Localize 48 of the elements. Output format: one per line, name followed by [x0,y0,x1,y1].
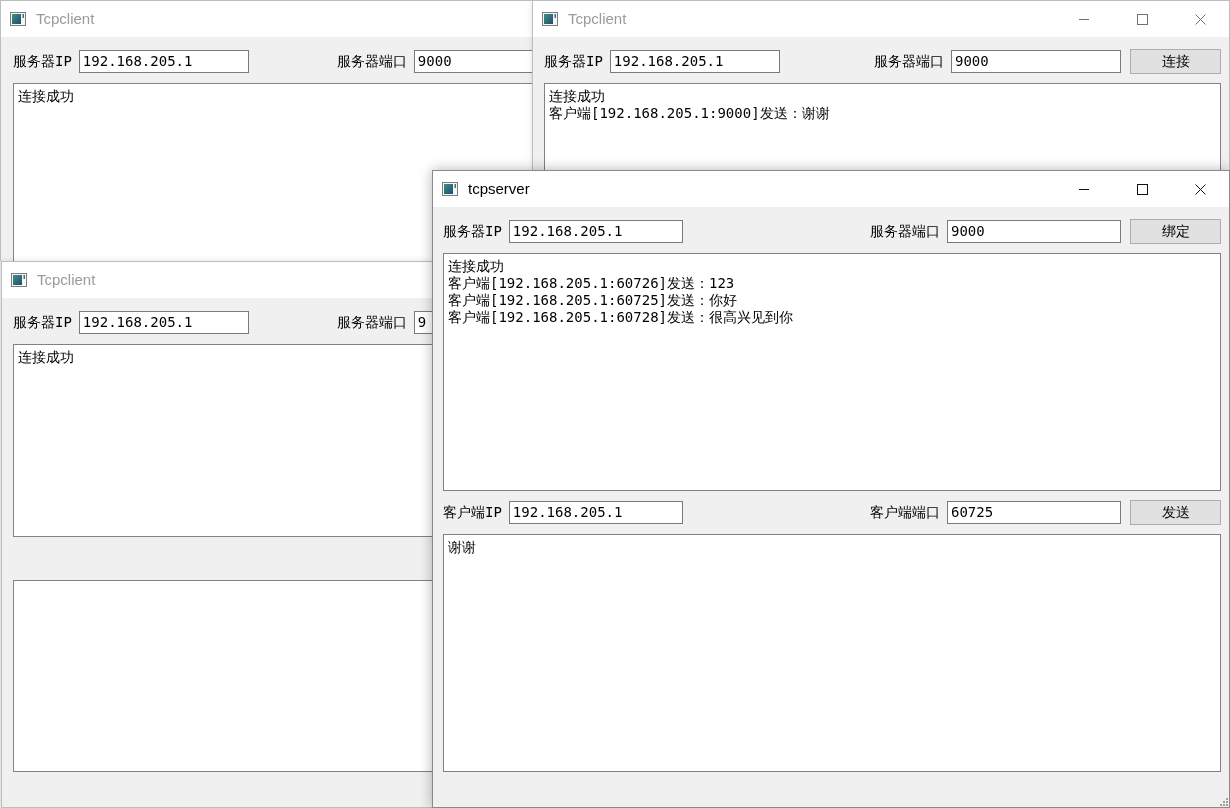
log-line: 连接成功 [18,88,74,105]
field-label: 服务器IP [443,223,502,240]
log-line: 客户端[192.168.205.1:60728]发送：很高兴见到你 [448,309,793,326]
action-button[interactable]: 发送 [1130,500,1221,525]
field-label: 服务器端口 [336,53,407,70]
field-label: 客户端IP [443,504,502,521]
input-field[interactable]: 9000 [947,220,1121,243]
window-title: Tcpclient [568,10,627,28]
input-field[interactable]: 60725 [947,501,1121,524]
app-icon [442,182,458,196]
input-field[interactable]: 192.168.205.1 [78,50,249,73]
log-line: 客户端[192.168.205.1:60725]发送：你好 [448,292,737,309]
window-title: Tcpclient [37,271,96,289]
action-button[interactable]: 绑定 [1130,219,1221,244]
field-label: 服务器端口 [336,314,407,331]
maximize-icon [1136,13,1148,25]
field-label: 服务器IP [13,314,72,331]
input-field[interactable]: 9000 [951,50,1121,73]
app-icon [11,273,27,287]
app-icon [542,12,558,26]
minimize-icon [1079,188,1089,190]
maximize-icon [1136,183,1148,195]
window-title: tcpserver [468,180,530,198]
field-label: 客户端端口 [870,504,940,521]
log-line: 连接成功 [549,88,605,105]
input-field[interactable]: 192.168.205.1 [78,311,249,334]
message-input[interactable]: 谢谢 [443,534,1221,772]
minimize-icon [1079,18,1089,20]
log-line: 连接成功 [448,258,504,275]
field-label: 服务器端口 [874,53,944,70]
field-label: 服务器IP [13,53,72,70]
log-line: 客户端[192.168.205.1:60726]发送：123 [448,275,735,292]
log-line: 客户端[192.168.205.1:9000]发送：谢谢 [549,105,830,122]
input-field[interactable]: 192.168.205.1 [508,220,683,243]
log-line: 连接成功 [18,349,74,366]
input-field[interactable]: 192.168.205.1 [508,501,683,524]
message-input[interactable] [13,579,432,772]
input-field[interactable]: 9 [413,311,432,334]
close-icon [1194,13,1206,25]
field-label: 服务器IP [544,53,603,70]
input-field[interactable]: 192.168.205.1 [609,50,780,73]
input-field[interactable]: 9000 [413,50,532,73]
app-icon [10,12,26,26]
close-icon [1194,183,1206,195]
action-button[interactable]: 连接 [1130,49,1221,74]
resize-grip-icon[interactable] [1220,798,1228,806]
field-label: 服务器端口 [870,223,940,240]
window-title: Tcpclient [36,10,95,28]
